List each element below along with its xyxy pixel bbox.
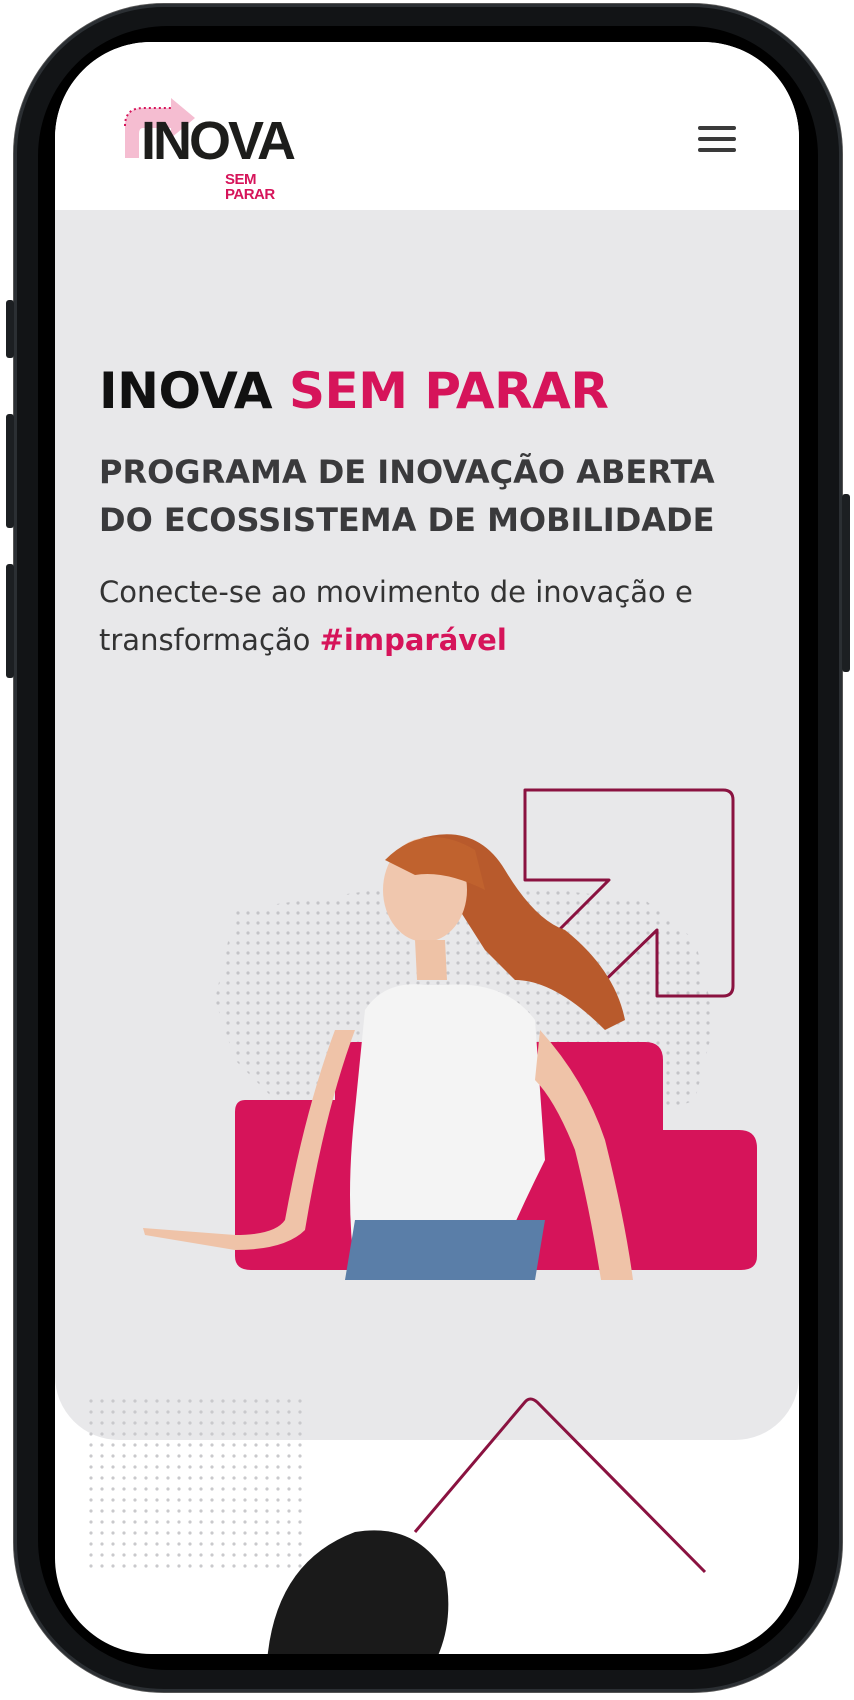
logo-wordmark: INOVA (141, 111, 296, 171)
hero-hashtag: #imparável (319, 623, 507, 657)
world-map-dots (85, 1392, 305, 1572)
mute-switch (6, 300, 14, 358)
hamburger-menu-icon-line (698, 148, 736, 152)
phone-screen: INOVA SEM PARAR INOVA SEM PARAR PROGRAMA… (55, 42, 799, 1654)
hero-description: Conecte-se ao movimento de inovação e tr… (99, 568, 739, 664)
hero-section: INOVA SEM PARAR PROGRAMA DE INOVAÇÃO ABE… (55, 210, 799, 1440)
hero-title: INOVA SEM PARAR (99, 362, 609, 420)
hamburger-menu-icon-line (698, 137, 736, 141)
hero-title-main: INOVA (99, 362, 273, 420)
hero-title-accent: SEM PARAR (289, 362, 609, 420)
volume-down-button (6, 564, 14, 678)
hero-subtitle: PROGRAMA DE INOVAÇÃO ABERTA DO ECOSSISTE… (99, 453, 715, 539)
power-button (842, 494, 850, 672)
logo-tagline: SEM PARAR (225, 171, 275, 203)
volume-up-button (6, 414, 14, 528)
next-section-illustration (85, 1392, 707, 1654)
hamburger-menu-icon-line (698, 126, 736, 130)
site-header: INOVA SEM PARAR (55, 42, 799, 210)
hero-illustration (143, 788, 757, 1280)
inova-logo[interactable]: INOVA SEM PARAR (117, 92, 307, 202)
outline-arrow-icon (413, 1397, 707, 1574)
menu-button[interactable] (698, 117, 742, 161)
